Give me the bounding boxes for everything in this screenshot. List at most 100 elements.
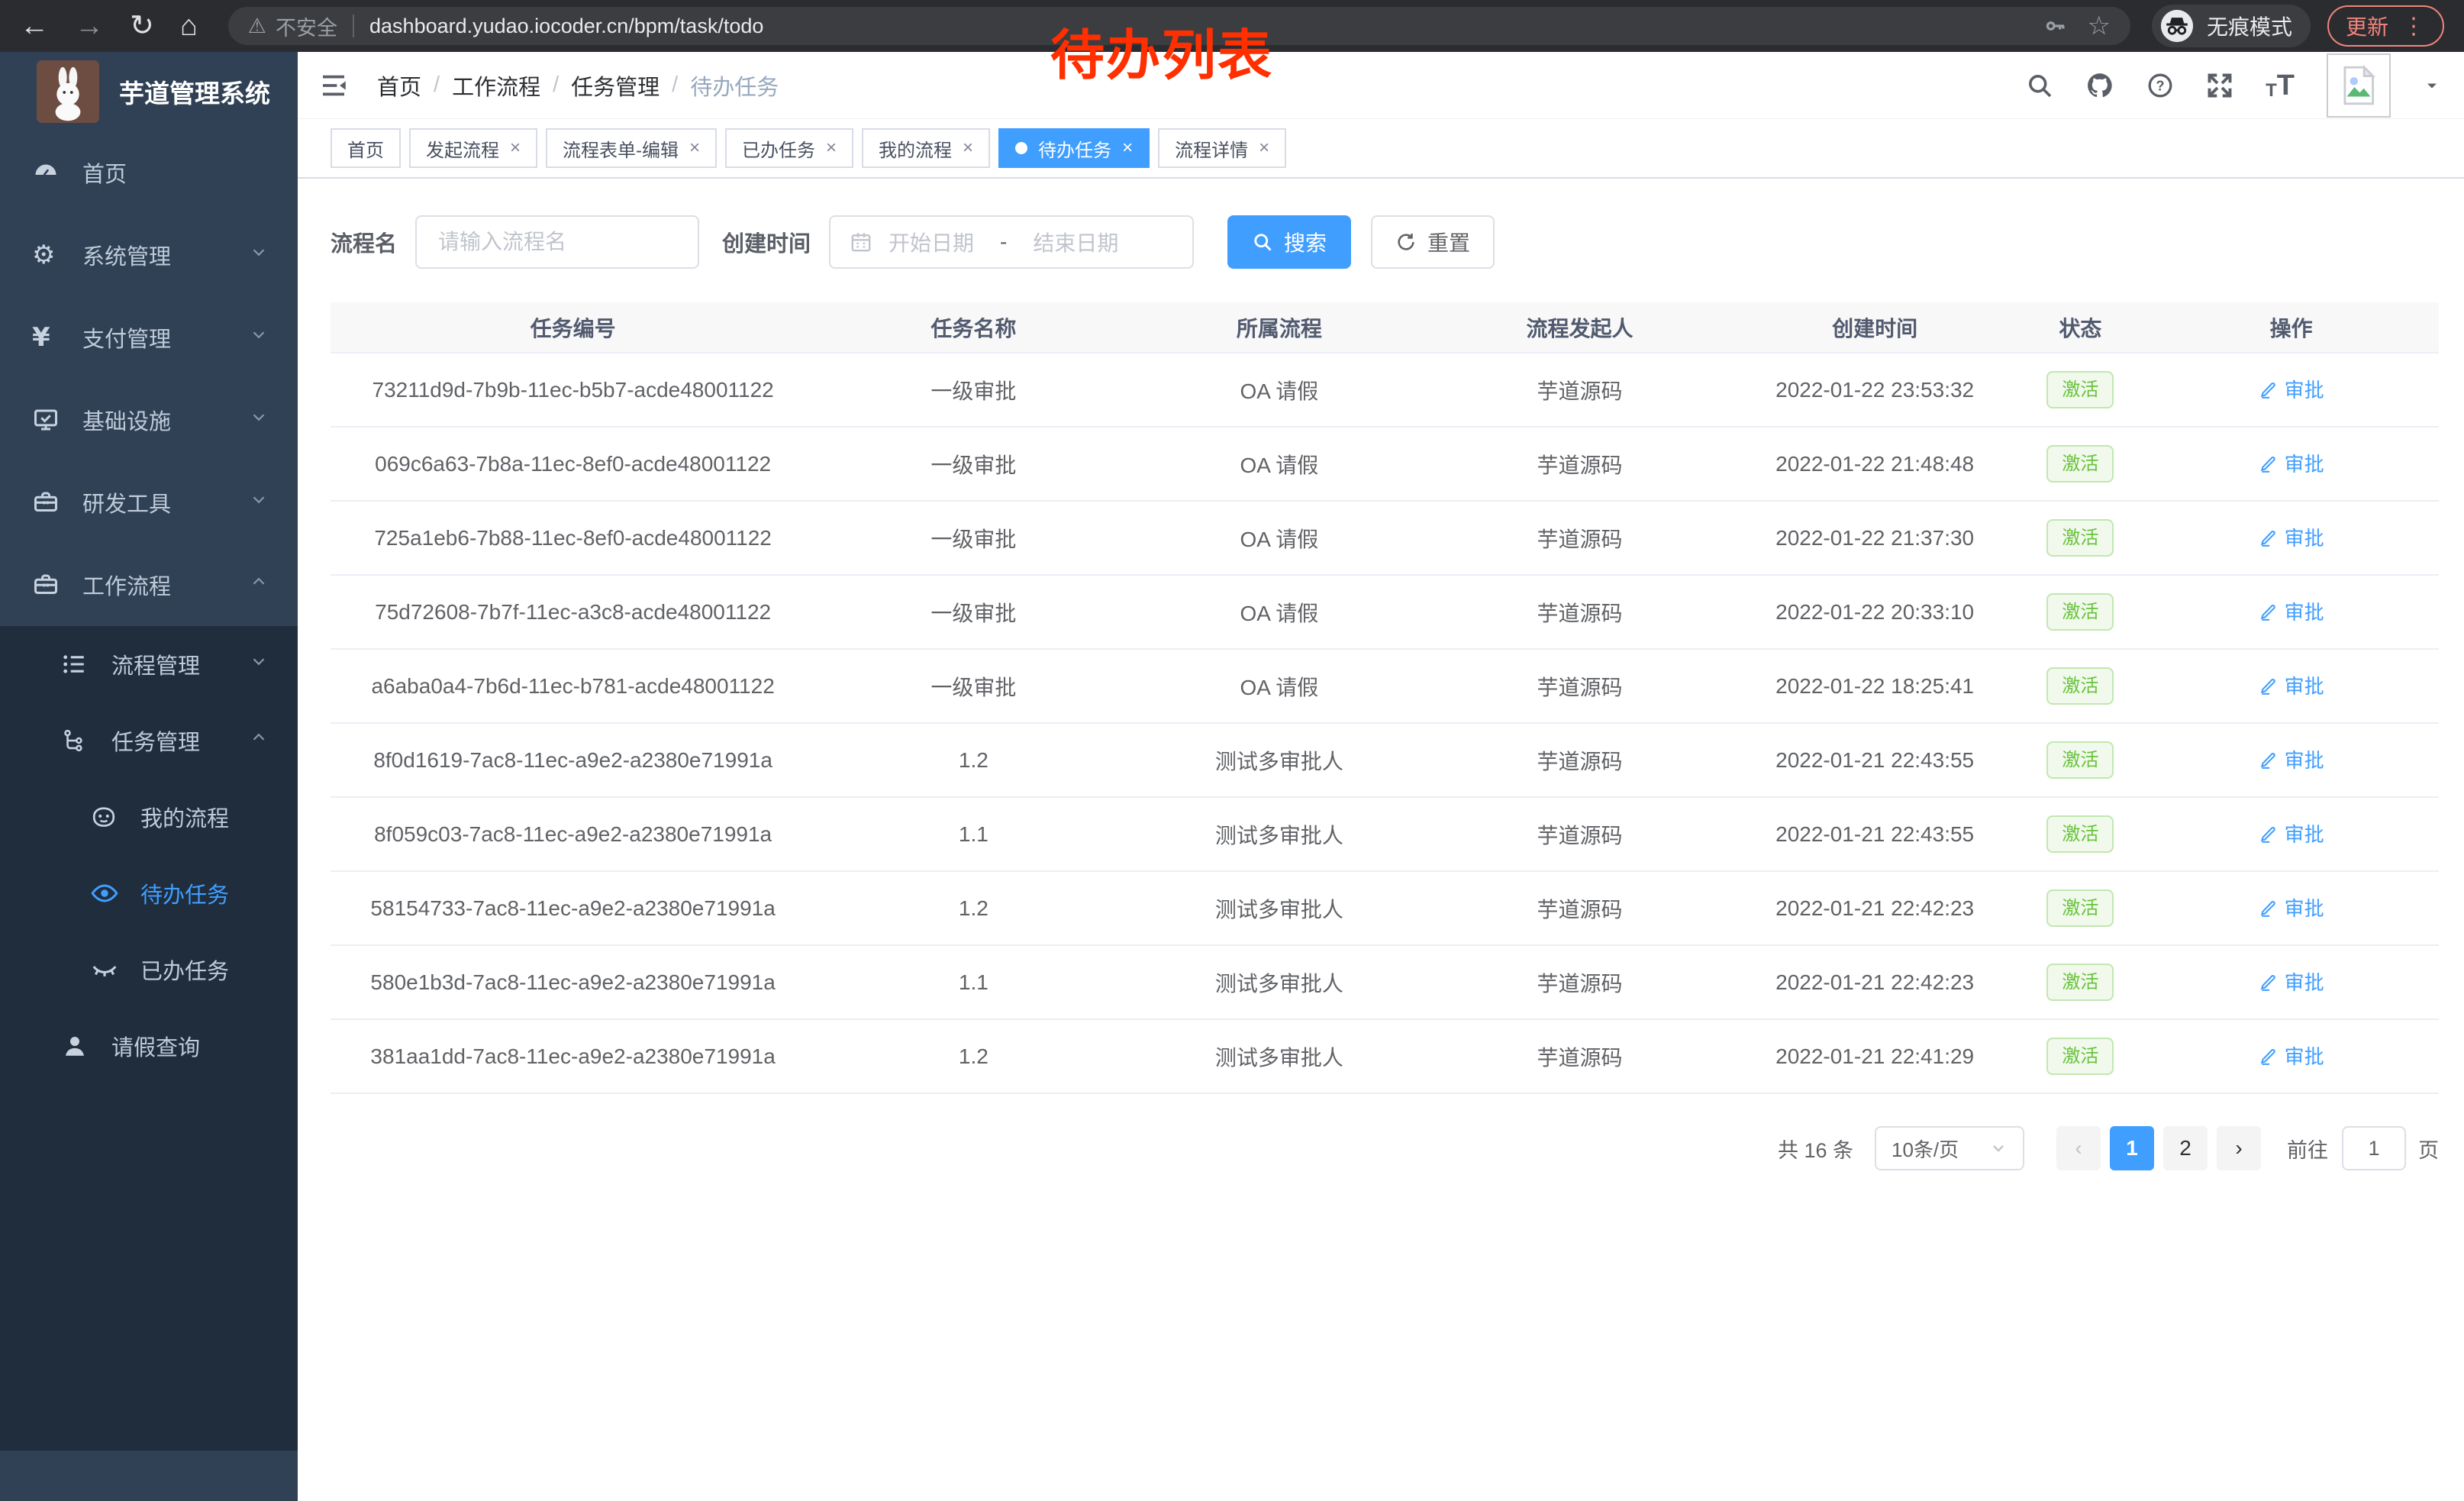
help-icon[interactable]: ?	[2146, 72, 2174, 99]
app-title: 芋道管理系统	[119, 73, 270, 110]
breadcrumb-current: 待办任务	[690, 69, 779, 102]
process-list-icon	[61, 651, 96, 677]
tab-label: 首页	[347, 135, 384, 162]
approve-link[interactable]: 审批	[2259, 893, 2324, 922]
cell-process: 测试多审批人	[1132, 945, 1427, 1019]
cell-initiator: 芋道源码	[1427, 353, 1732, 427]
next-page-button[interactable]: ›	[2217, 1126, 2261, 1170]
approve-link[interactable]: 审批	[2259, 967, 2324, 996]
breadcrumb-task-mgmt[interactable]: 任务管理	[571, 69, 660, 102]
start-date-placeholder[interactable]: 开始日期	[889, 227, 974, 257]
sidebar-item-8[interactable]: 我的流程	[0, 779, 298, 855]
font-size-icon[interactable]: TT	[2266, 71, 2295, 100]
page-button-2[interactable]: 2	[2163, 1126, 2208, 1170]
tag-tab-6[interactable]: 流程详情×	[1158, 128, 1286, 168]
sidebar-item-1[interactable]: ⚙系统管理	[0, 214, 298, 296]
gear-icon: ⚙	[32, 240, 67, 270]
page-url: dashboard.yudao.iocoder.cn/bpm/task/todo	[369, 15, 763, 38]
tag-tab-1[interactable]: 发起流程×	[409, 128, 537, 168]
browser-back-icon[interactable]: ←	[20, 11, 49, 40]
page-button-1[interactable]: 1	[2110, 1126, 2154, 1170]
search-button[interactable]: 搜索	[1227, 215, 1351, 269]
approve-link[interactable]: 审批	[2259, 819, 2324, 847]
tag-tab-5[interactable]: 待办任务×	[998, 128, 1150, 168]
tab-close-icon[interactable]: ×	[689, 137, 700, 159]
cell-created: 2022-01-21 22:41:29	[1733, 1019, 2017, 1093]
process-name-input[interactable]	[415, 215, 699, 269]
goto-suffix: 页	[2418, 1134, 2439, 1164]
status-badge: 激活	[2046, 593, 2114, 631]
end-date-placeholder[interactable]: 结束日期	[1033, 227, 1118, 257]
robot-face-icon	[90, 803, 125, 831]
approve-link[interactable]: 审批	[2259, 745, 2324, 773]
approve-link[interactable]: 审批	[2259, 671, 2324, 699]
cell-initiator: 芋道源码	[1427, 501, 1732, 575]
cell-action: 审批	[2143, 723, 2439, 797]
sidebar-item-5[interactable]: 工作流程	[0, 544, 298, 626]
tag-tab-0[interactable]: 首页	[331, 128, 401, 168]
date-range-picker[interactable]: 开始日期 - 结束日期	[829, 215, 1194, 269]
avatar[interactable]	[2327, 53, 2391, 118]
chevron-down-icon	[249, 651, 269, 677]
cell-initiator: 芋道源码	[1427, 871, 1732, 945]
briefcase-icon	[32, 571, 67, 599]
search-icon[interactable]	[2026, 72, 2053, 99]
github-icon[interactable]	[2085, 71, 2114, 100]
page-size-select[interactable]: 10条/页	[1875, 1126, 2024, 1170]
tag-tab-2[interactable]: 流程表单-编辑×	[546, 128, 717, 168]
pencil-icon	[2259, 676, 2279, 696]
sidebar-item-0[interactable]: 首页	[0, 131, 298, 214]
breadcrumb-workflow[interactable]: 工作流程	[452, 69, 540, 102]
sidebar-item-9[interactable]: 待办任务	[0, 855, 298, 931]
browser-update-button[interactable]: 更新 ⋮	[2327, 5, 2444, 47]
sidebar-item-2[interactable]: ¥支付管理	[0, 296, 298, 379]
calendar-icon	[849, 230, 873, 254]
tab-close-icon[interactable]: ×	[826, 137, 837, 159]
approve-link[interactable]: 审批	[2259, 597, 2324, 625]
browser-menu-icon[interactable]: ⋮	[2402, 13, 2426, 40]
user-menu-caret-icon[interactable]	[2423, 76, 2441, 95]
sidebar-item-4[interactable]: 研发工具	[0, 461, 298, 544]
sidebar-item-7[interactable]: 任务管理	[0, 702, 298, 779]
task-table: 任务编号任务名称所属流程流程发起人创建时间状态操作 73211d9d-7b9b-…	[331, 302, 2439, 1094]
approve-link[interactable]: 审批	[2259, 523, 2324, 551]
sidebar-item-3[interactable]: 基础设施	[0, 379, 298, 461]
goto-page-input[interactable]	[2342, 1126, 2406, 1170]
cell-name: 1.2	[815, 871, 1131, 945]
pagination-total: 共 16 条	[1778, 1134, 1853, 1164]
cell-action: 审批	[2143, 649, 2439, 723]
reset-button[interactable]: 重置	[1371, 215, 1495, 269]
browser-forward-icon[interactable]: →	[75, 11, 104, 40]
tab-close-icon[interactable]: ×	[963, 137, 973, 159]
prev-page-button[interactable]: ‹	[2056, 1126, 2101, 1170]
tag-tab-4[interactable]: 我的流程×	[862, 128, 990, 168]
sidebar-item-10[interactable]: 已办任务	[0, 931, 298, 1008]
page-root: ← → ↻ ⌂ ⚠ 不安全 dashboard.yudao.iocoder.cn…	[0, 0, 2464, 1501]
pencil-icon	[2259, 750, 2279, 770]
tab-close-icon[interactable]: ×	[510, 137, 521, 159]
tag-tab-3[interactable]: 已办任务×	[725, 128, 853, 168]
sidebar-item-11[interactable]: 请假查询	[0, 1008, 298, 1084]
cell-created: 2022-01-22 23:53:32	[1733, 353, 2017, 427]
sidebar-collapse-icon[interactable]	[318, 69, 350, 102]
sidebar-menu: 首页⚙系统管理¥支付管理基础设施研发工具工作流程流程管理任务管理我的流程待办任务…	[0, 131, 298, 1084]
approve-link[interactable]: 审批	[2259, 449, 2324, 477]
browser-home-icon[interactable]: ⌂	[180, 11, 198, 40]
fullscreen-icon[interactable]	[2206, 72, 2233, 99]
tab-close-icon[interactable]: ×	[1122, 137, 1133, 159]
cell-status: 激活	[2017, 649, 2144, 723]
pencil-icon	[2259, 1046, 2279, 1066]
cell-name: 1.2	[815, 723, 1131, 797]
approve-link[interactable]: 审批	[2259, 1041, 2324, 1070]
approve-link[interactable]: 审批	[2259, 375, 2324, 403]
cell-process: OA 请假	[1132, 649, 1427, 723]
sidebar-item-6[interactable]: 流程管理	[0, 626, 298, 702]
bookmark-star-icon[interactable]: ☆	[2087, 11, 2110, 41]
breadcrumb-home[interactable]: 首页	[377, 69, 421, 102]
cell-process: OA 请假	[1132, 501, 1427, 575]
browser-reload-icon[interactable]: ↻	[130, 11, 154, 40]
cell-process: 测试多审批人	[1132, 1019, 1427, 1093]
tab-close-icon[interactable]: ×	[1259, 137, 1269, 159]
table-row-2: 725a1eb6-7b88-11ec-8ef0-acde48001122一级审批…	[331, 501, 2439, 575]
password-key-icon[interactable]	[2043, 14, 2067, 38]
